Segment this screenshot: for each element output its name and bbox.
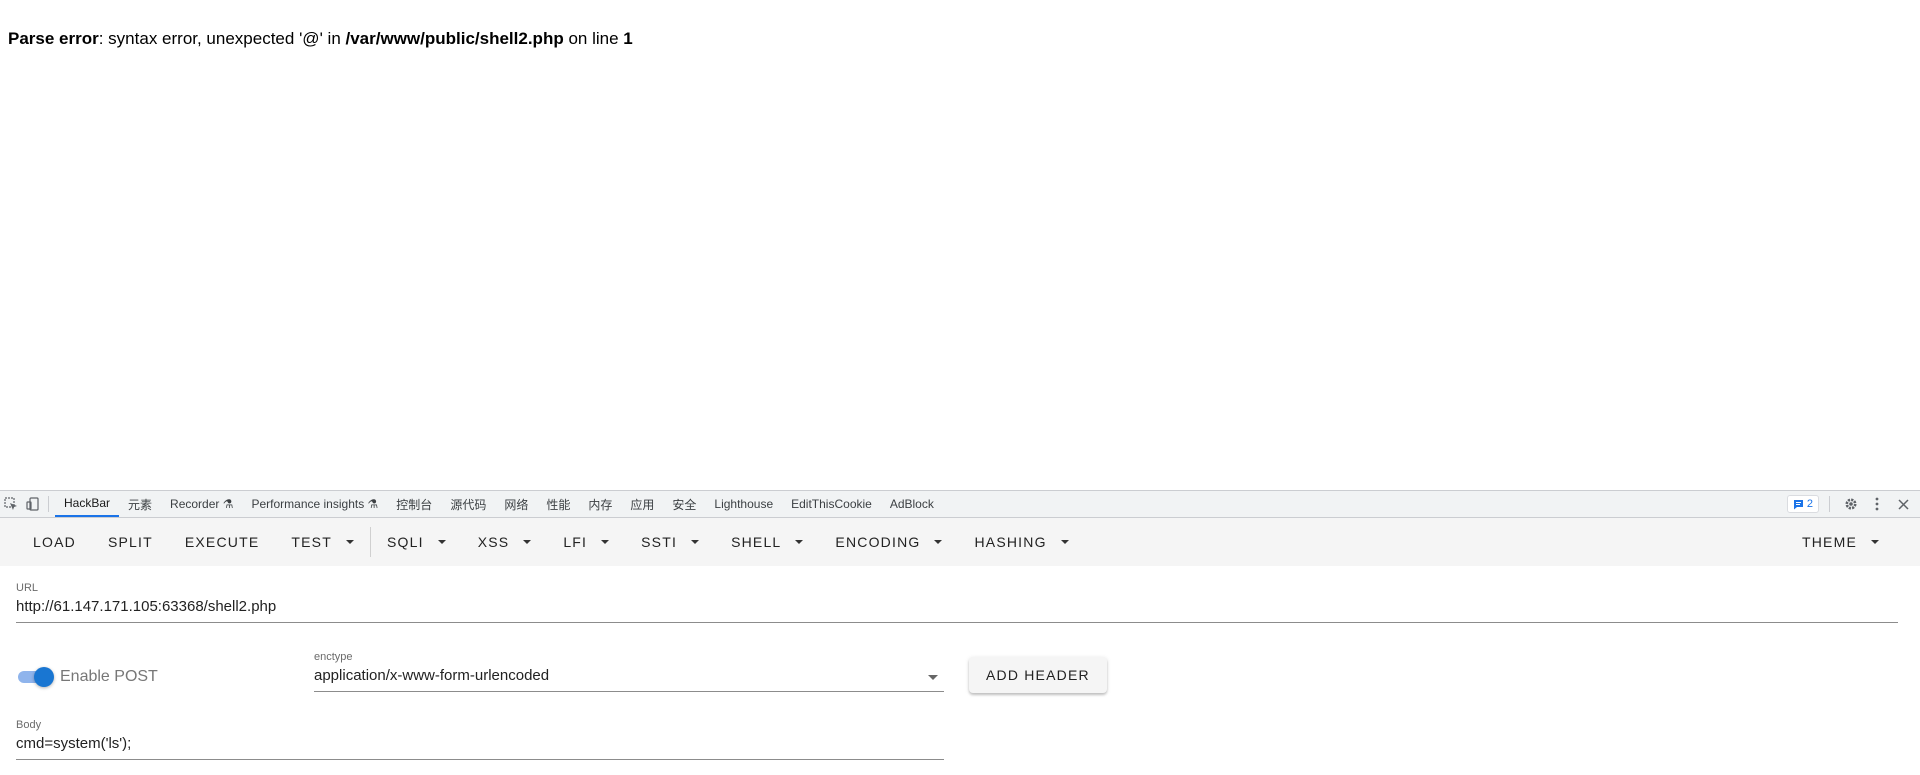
issues-badge[interactable]: 2 xyxy=(1786,495,1819,513)
chevron-down-icon xyxy=(437,540,446,544)
devtools-panel: HackBar 元素 Recorder ⚗ Performance insights … xyxy=(0,490,1920,775)
devtools-tabs: HackBar 元素 Recorder ⚗ Performance insights … xyxy=(55,491,943,517)
issues-icon xyxy=(1793,499,1803,509)
enctype-label: enctype xyxy=(314,651,353,663)
enable-post-label: Enable POST xyxy=(60,668,158,685)
split-button-label: SPLIT xyxy=(107,534,153,550)
post-switch[interactable] xyxy=(16,666,54,688)
add-header-label: ADD HEADER xyxy=(986,667,1090,683)
error-line: 1 xyxy=(623,29,633,48)
error-online: on line xyxy=(563,29,624,48)
gear-icon[interactable] xyxy=(1840,493,1862,515)
url-label: URL xyxy=(16,582,39,594)
error-file: /var/www/public/shell2.php xyxy=(345,29,564,48)
add-header-button[interactable]: ADD HEADER xyxy=(969,657,1107,693)
devtools-tab[interactable]: AdBlock xyxy=(881,491,943,517)
shell-menu-button[interactable]: SHELL xyxy=(715,524,819,560)
devtools-tab[interactable]: EditThisCookie xyxy=(782,491,881,517)
load-button-label: LOAD xyxy=(33,534,76,550)
enctype-value: application/x-www-form-urlencoded xyxy=(314,667,550,684)
devtools-tab[interactable]: HackBar xyxy=(55,491,120,517)
xss-menu-label: XSS xyxy=(477,534,510,550)
more-vert-icon[interactable] xyxy=(1866,493,1888,515)
php-parse-error: Parse error: syntax error, unexpected '@… xyxy=(8,29,633,49)
lfi-menu-label: LFI xyxy=(563,534,588,550)
devtools-tab[interactable]: 控制台 xyxy=(387,491,441,517)
execute-button-label: EXECUTE xyxy=(184,534,260,550)
url-field[interactable]: URL http://61.147.171.105:63368/shell2.p… xyxy=(16,582,1898,623)
devtools-tab[interactable]: 源代码 xyxy=(441,491,495,517)
chevron-down-icon xyxy=(1871,540,1879,544)
encoding-menu-label: ENCODING xyxy=(835,534,921,550)
enable-post-toggle[interactable]: Enable POST xyxy=(16,666,158,688)
enctype-select[interactable]: enctype application/x-www-form-urlencode… xyxy=(314,651,944,692)
devtools-separator xyxy=(48,496,49,512)
devtools-right-controls: 2 xyxy=(1786,491,1914,517)
devtools-tab[interactable]: 内存 xyxy=(579,491,621,517)
url-input[interactable]: http://61.147.171.105:63368/shell2.php xyxy=(16,598,1898,615)
hackbar-toolbar: LOAD SPLIT EXECUTE TEST SQLI XSS LFI SST… xyxy=(0,518,1920,566)
chevron-down-icon xyxy=(795,540,804,544)
ssti-menu-button[interactable]: SSTI xyxy=(625,524,715,560)
inspect-element-icon[interactable] xyxy=(0,491,22,517)
issues-count: 2 xyxy=(1806,498,1813,510)
body-field[interactable]: Body cmd=system('ls'); xyxy=(16,719,944,760)
test-menu-button[interactable]: TEST xyxy=(275,524,370,560)
device-toolbar-icon[interactable] xyxy=(22,491,44,517)
theme-menu-button[interactable]: THEME xyxy=(1786,524,1895,560)
chevron-down-icon xyxy=(1060,540,1069,544)
devtools-right-separator xyxy=(1829,496,1830,512)
devtools-tab[interactable]: 网络 xyxy=(495,491,537,517)
test-menu-label: TEST xyxy=(291,534,332,550)
chevron-down-icon xyxy=(345,540,354,544)
sqli-menu-button[interactable]: SQLI xyxy=(371,524,462,560)
devtools-tab[interactable]: 性能 xyxy=(537,491,579,517)
devtools-tab[interactable]: 安全 xyxy=(663,491,705,517)
sqli-menu-label: SQLI xyxy=(386,534,424,550)
split-button[interactable]: SPLIT xyxy=(92,524,169,560)
hackbar-form: URL http://61.147.171.105:63368/shell2.p… xyxy=(0,566,1920,775)
switch-knob xyxy=(34,667,54,687)
close-icon[interactable] xyxy=(1892,493,1914,515)
shell-menu-label: SHELL xyxy=(731,534,782,550)
body-label: Body xyxy=(16,719,42,731)
devtools-tab[interactable]: 元素 xyxy=(119,491,161,517)
body-input[interactable]: cmd=system('ls'); xyxy=(16,735,944,752)
hashing-menu-label: HASHING xyxy=(974,534,1047,550)
devtools-tabbar: HackBar 元素 Recorder ⚗ Performance insights … xyxy=(0,491,1920,518)
devtools-tab[interactable]: 应用 xyxy=(621,491,663,517)
page-content: Parse error: syntax error, unexpected '@… xyxy=(0,0,1920,490)
theme-menu-label: THEME xyxy=(1802,534,1857,550)
chevron-down-icon xyxy=(601,540,610,544)
chevron-down-icon xyxy=(928,675,938,680)
error-message: : syntax error, unexpected '@' in xyxy=(98,29,346,48)
chevron-down-icon xyxy=(691,540,700,544)
devtools-tab[interactable]: Performance insights ⚗ xyxy=(242,491,387,517)
xss-menu-button[interactable]: XSS xyxy=(462,524,548,560)
hashing-menu-button[interactable]: HASHING xyxy=(958,524,1084,560)
lfi-menu-button[interactable]: LFI xyxy=(547,524,625,560)
error-prefix: Parse error xyxy=(8,29,99,48)
execute-button[interactable]: EXECUTE xyxy=(169,524,276,560)
chevron-down-icon xyxy=(523,540,532,544)
chevron-down-icon xyxy=(934,540,943,544)
encoding-menu-button[interactable]: ENCODING xyxy=(819,524,958,560)
devtools-tab[interactable]: Lighthouse xyxy=(705,491,782,517)
load-button[interactable]: LOAD xyxy=(17,524,92,560)
devtools-tab[interactable]: Recorder ⚗ xyxy=(161,491,242,517)
ssti-menu-label: SSTI xyxy=(641,534,678,550)
